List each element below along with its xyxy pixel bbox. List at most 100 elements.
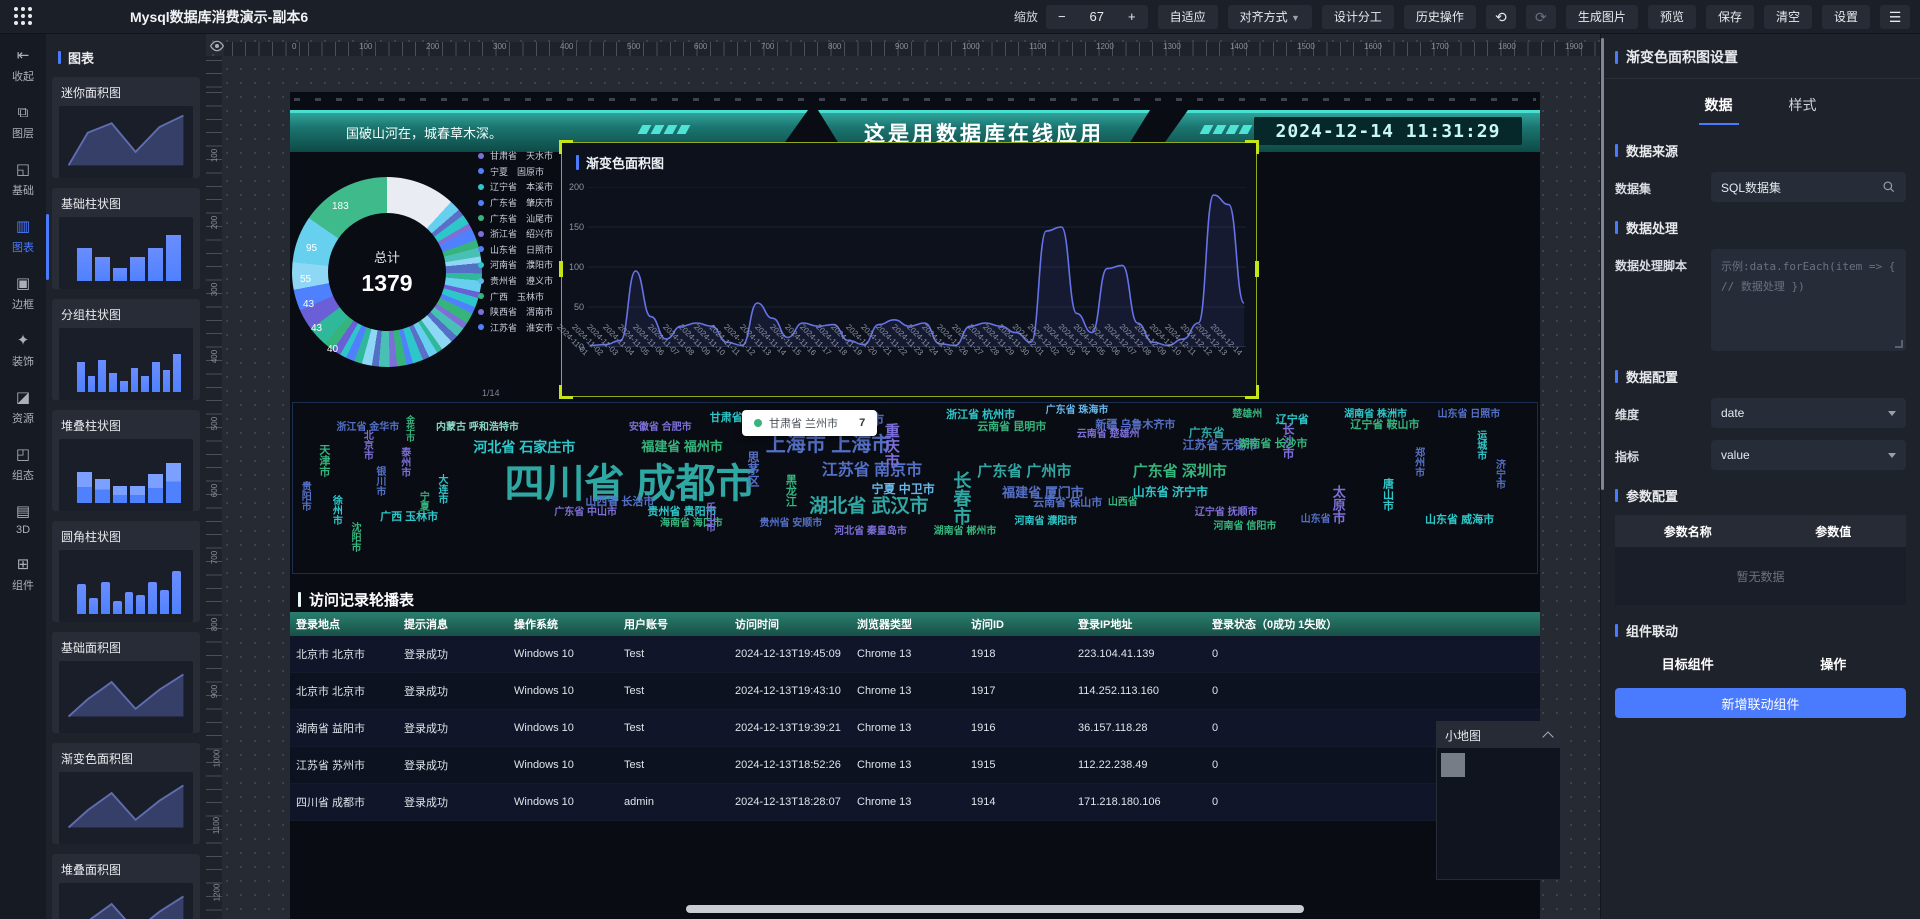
datetime-value: 2024-12-14 11:31:29 [1276,121,1501,142]
design-surface[interactable]: 国破山河在，城春草木深。 这是用数据库在线应用 2024-12-14 11:31… [290,92,1540,919]
组件-icon: ⊞ [17,557,30,573]
legend-dot [478,184,484,190]
component-card-渐变色面积图[interactable]: 渐变色面积图 [52,743,200,844]
基础-icon: ◱ [16,162,30,178]
selection-handle[interactable] [1255,261,1259,277]
component-card-分组柱状图[interactable]: 分组柱状图 [52,299,200,400]
legend-dot [478,215,484,221]
sidebar-item-基础[interactable]: ◱基础 [0,162,46,198]
selection-handle[interactable] [559,261,563,277]
wordcloud-word: 黑龙江 [784,474,795,507]
align-dropdown[interactable]: 对齐方式 ▼ [1228,5,1312,29]
script-textarea[interactable]: 示例:data.forEach(item => { // 数据处理 }) [1711,249,1906,351]
sidebar-item-组态[interactable]: ◰组态 [0,447,46,483]
table-cell: 0 [1206,648,1540,660]
sidebar-item-3D[interactable]: ▤3D [0,504,46,536]
table-cell: 223.104.41.139 [1072,648,1206,660]
add-linkage-button[interactable]: 新增联动组件 [1615,688,1906,718]
chart-component-panel: 图表 迷你面积图基础柱状图分组柱状图堆叠柱状图圆角柱状图基础面积图渐变色面积图堆… [46,34,206,919]
metric-select[interactable]: value [1711,440,1906,470]
design-split-button[interactable]: 设计分工 [1322,5,1394,29]
tab-data[interactable]: 数据 [1699,89,1739,125]
preview-button[interactable]: 预览 [1648,5,1696,29]
gradient-area-chart[interactable]: 渐变色面积图 200150100500 2024-11-012024-11-02… [562,143,1256,396]
minimap-header[interactable]: 小地图 [1437,722,1560,748]
sidebar-item-图层[interactable]: ⧉图层 [0,105,46,141]
component-card-基础柱状图[interactable]: 基础柱状图 [52,188,200,289]
donut-chart[interactable]: 总计 1379 1839555434340 [292,177,482,367]
table-cell: Windows 10 [508,722,618,734]
sidebar-item-边框[interactable]: ▣边框 [0,276,46,312]
组态-icon: ◰ [16,447,30,463]
table-cell: Test [618,648,729,660]
save-button[interactable]: 保存 [1706,5,1754,29]
table-cell: 2024-12-13T19:45:09 [729,648,851,660]
chevron-down-icon [1888,453,1896,458]
redo-icon[interactable]: ⟳ [1526,5,1556,29]
card-label: 圆角柱状图 [52,521,200,550]
wordcloud-word: 广东省 [1189,427,1225,439]
zoom-out-button[interactable]: − [1046,5,1078,29]
table-cell: Chrome 13 [851,796,965,808]
fit-button[interactable]: 自适应 [1158,5,1218,29]
donut-slice-label: 95 [306,243,317,254]
design-canvas[interactable]: 0100200300400500600700800900100011001200… [206,34,1600,919]
component-card-基础面积图[interactable]: 基础面积图 [52,632,200,733]
table-cell: Chrome 13 [851,722,965,734]
inspector-scrollbar[interactable] [1601,38,1604,490]
table-cell: 36.157.118.28 [1072,722,1206,734]
eye-icon[interactable] [209,38,225,54]
legend-item: 陕西省 渭南市 [478,304,553,320]
datetime-display: 2024-12-14 11:31:29 [1254,117,1522,145]
selection-corner[interactable] [1245,140,1259,154]
wordcloud-word: 内蒙古 呼和浩特市 [436,423,519,433]
legend-item: 甘肃省 天水市 [478,148,553,164]
resize-grip[interactable] [1895,340,1903,348]
donut-slice-label: 43 [311,323,322,334]
table-cell: 2024-12-13T19:43:10 [729,685,851,697]
table-cell: Chrome 13 [851,759,965,771]
access-log-table[interactable]: 登录地点提示消息操作系统用户账号访问时间浏览器类型访问ID登录IP地址登录状态（… [290,612,1540,821]
generate-image-button[interactable]: 生成图片 [1566,5,1638,29]
undo-icon[interactable]: ⟲ [1486,5,1516,29]
panel-scrollbar[interactable] [46,214,49,280]
sidebar-item-资源[interactable]: ◪资源 [0,390,46,426]
wordcloud-word: 广东省 深圳市 [1133,464,1227,479]
menu-icon[interactable]: ☰ [1880,5,1910,29]
selection-corner[interactable] [1245,385,1259,399]
component-card-堆叠柱状图[interactable]: 堆叠柱状图 [52,410,200,511]
app-grid-icon[interactable] [14,7,34,27]
clear-button[interactable]: 清空 [1764,5,1812,29]
accent-bar [576,155,579,170]
selection-corner[interactable] [559,140,573,154]
horizontal-scrollbar[interactable] [686,905,1304,913]
dimension-select[interactable]: date [1711,398,1906,428]
sidebar-item-收起[interactable]: ⇤收起 [0,48,46,84]
tab-style[interactable]: 样式 [1783,89,1823,125]
selection-corner[interactable] [559,385,573,399]
zoom-in-button[interactable]: + [1116,5,1148,29]
component-card-圆角柱状图[interactable]: 圆角柱状图 [52,521,200,622]
component-card-堆叠面积图[interactable]: 堆叠面积图 [52,854,200,919]
wordcloud-word: 乐山市 [704,502,714,532]
table-cell: Chrome 13 [851,685,965,697]
图表-icon: ▥ [16,219,30,235]
dataset-input[interactable]: SQL数据集 [1711,172,1906,202]
history-button[interactable]: 历史操作 [1404,5,1476,29]
search-icon [1882,180,1896,194]
minimap-viewport[interactable] [1441,753,1465,777]
wordcloud-word: 辽宁省 抚顺市 [1195,508,1258,518]
legend-dot [478,231,484,237]
sidebar-item-图表[interactable]: ▥图表 [0,219,46,255]
sidebar-item-组件[interactable]: ⊞组件 [0,557,46,593]
component-card-迷你面积图[interactable]: 迷你面积图 [52,77,200,178]
wordcloud-chart[interactable]: 四川省 成都市湖北省 武汉市江苏省 南京市广东省 广州市广东省 深圳市上海市 上… [292,402,1538,574]
table-column-header: 提示消息 [398,616,508,632]
accent-bar [1615,221,1618,234]
panel-title: 图表 [68,48,94,67]
document-title: Mysql数据库消费演示-副本6 [130,7,308,27]
card-thumbnail-area [59,661,193,733]
sidebar-item-装饰[interactable]: ✦装饰 [0,333,46,369]
settings-button[interactable]: 设置 [1822,5,1870,29]
inspector-title-row: 渐变色面积图设置 [1615,34,1906,78]
